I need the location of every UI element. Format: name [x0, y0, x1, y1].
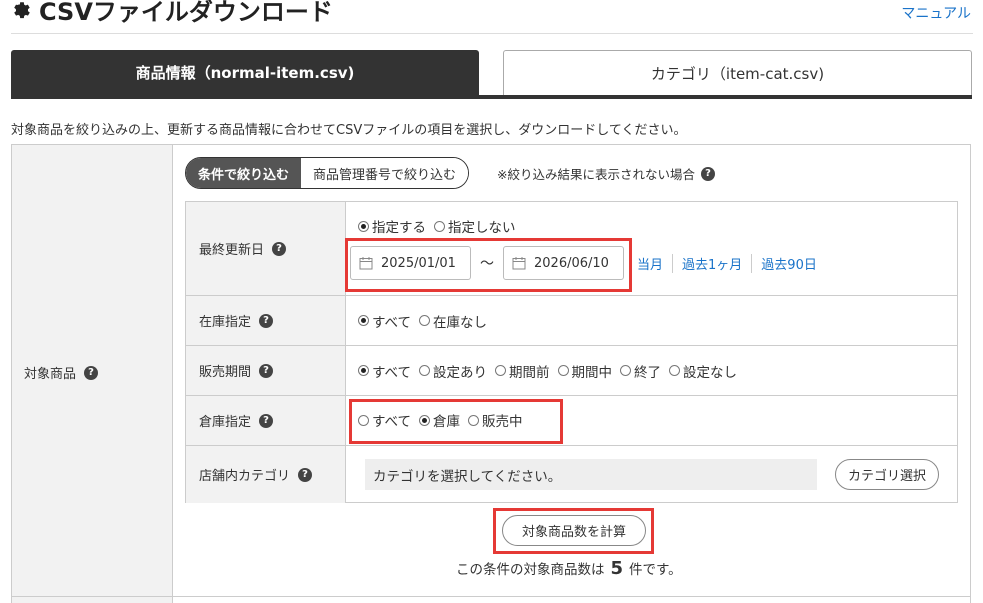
calculate-count-button[interactable]: 対象商品数を計算 — [502, 515, 646, 546]
result-count: 5 — [610, 558, 624, 579]
quick-link-past-90-days[interactable]: 過去90日 — [751, 253, 826, 273]
tab-normal-item[interactable]: 商品情報（normal-item.csv) — [11, 50, 479, 95]
filter-by-condition-button[interactable]: 条件で絞り込む — [186, 158, 302, 188]
quick-link-past-1-month[interactable]: 過去1ヶ月 — [672, 253, 751, 273]
help-icon[interactable]: ? — [259, 363, 274, 378]
conditions-table: 最終更新日 ? 指定する 指定しない 2025/01/01 ～ 2026/06/… — [185, 201, 958, 503]
stock-label: 在庫指定 — [199, 315, 252, 330]
page-header: CSVファイルダウンロード マニュアル — [11, 0, 973, 27]
filter-mode-toggle: 条件で絞り込む 商品管理番号で絞り込む — [185, 157, 470, 189]
radio-stock-none[interactable]: 在庫なし — [419, 311, 487, 331]
tab-underline — [11, 95, 972, 99]
category-field[interactable]: カテゴリを選択してください。 — [365, 459, 817, 490]
filter-note: ※絞り込み結果に表示されない場合 ? — [497, 164, 715, 183]
target-products-label-cell: 対象商品 ? — [12, 145, 173, 603]
description-text: 対象商品を絞り込みの上、更新する商品情報に合わせてCSVファイルの項目を選択し、… — [11, 123, 687, 138]
quick-date-links: 当月 過去1ヶ月 過去90日 — [637, 253, 826, 273]
date-range: 2025/01/01 ～ 2026/06/10 当月 過去1ヶ月 過去90日 — [350, 246, 826, 280]
help-icon[interactable]: ? — [84, 365, 99, 380]
filter-note-text: ※絞り込み結果に表示されない場合 — [497, 167, 695, 182]
row-sales-period: 販売期間 ? すべて 設定あり 期間前 期間中 終了 設定なし — [186, 346, 957, 396]
help-icon[interactable]: ? — [298, 467, 313, 482]
sales-period-label: 販売期間 — [199, 365, 252, 380]
tab-item-cat[interactable]: カテゴリ（item-cat.csv) — [503, 50, 972, 95]
header-divider — [11, 33, 973, 34]
row-last-updated: 最終更新日 ? 指定する 指定しない 2025/01/01 ～ 2026/06/… — [186, 202, 957, 296]
radio-warehouse-stored[interactable]: 倉庫 — [419, 410, 460, 430]
row-warehouse: 倉庫指定 ? すべて 倉庫 販売中 — [186, 396, 957, 446]
last-updated-radio-group: 指定する 指定しない — [358, 216, 524, 236]
radio-period-ended[interactable]: 終了 — [620, 361, 661, 381]
result-suffix: 件です。 — [629, 562, 682, 578]
gear-icon — [14, 1, 30, 18]
date-from-input[interactable]: 2025/01/01 — [350, 246, 471, 280]
target-products-label: 対象商品 — [24, 367, 77, 382]
radio-period-during[interactable]: 期間中 — [557, 361, 612, 381]
stock-label-cell: 在庫指定 ? — [186, 296, 346, 345]
result-prefix: この条件の対象商品数は — [456, 562, 605, 578]
last-updated-label-cell: 最終更新日 ? — [186, 202, 346, 295]
date-to-value: 2026/06/10 — [534, 255, 609, 271]
date-separator: ～ — [480, 256, 494, 272]
manual-link[interactable]: マニュアル — [901, 3, 971, 23]
radio-period-set[interactable]: 設定あり — [419, 361, 487, 381]
warehouse-radio-group: すべて 倉庫 販売中 — [358, 396, 957, 445]
radio-specify[interactable]: 指定する — [358, 216, 426, 236]
radio-period-unset[interactable]: 設定なし — [669, 361, 737, 381]
date-from-value: 2025/01/01 — [381, 255, 456, 271]
page-title: CSVファイルダウンロード — [11, 0, 333, 27]
result-text: この条件の対象商品数は 5 件です。 — [456, 558, 682, 579]
section-bottom-divider — [11, 596, 971, 597]
warehouse-label-cell: 倉庫指定 ? — [186, 396, 346, 445]
calendar-icon — [512, 257, 526, 270]
row-store-category: 店舗内カテゴリ ? カテゴリを選択してください。 カテゴリ選択 — [186, 446, 957, 503]
radio-stock-all[interactable]: すべて — [358, 311, 411, 331]
store-category-label-cell: 店舗内カテゴリ ? — [186, 446, 346, 503]
help-icon[interactable]: ? — [259, 313, 274, 328]
category-select-button[interactable]: カテゴリ選択 — [834, 459, 939, 490]
row-stock: 在庫指定 ? すべて 在庫なし — [186, 296, 957, 346]
sales-period-radio-group: すべて 設定あり 期間前 期間中 終了 設定なし — [358, 346, 957, 395]
help-icon[interactable]: ? — [272, 241, 287, 256]
sales-period-label-cell: 販売期間 ? — [186, 346, 346, 395]
store-category-label: 店舗内カテゴリ — [199, 469, 291, 484]
category-field-text: カテゴリを選択してください。 — [373, 468, 562, 485]
stock-radio-group: すべて 在庫なし — [358, 296, 957, 345]
filter-by-item-number-button[interactable]: 商品管理番号で絞り込む — [301, 158, 469, 188]
date-to-input[interactable]: 2026/06/10 — [503, 246, 624, 280]
radio-period-before[interactable]: 期間前 — [495, 361, 550, 381]
radio-warehouse-on-sale[interactable]: 販売中 — [468, 410, 523, 430]
help-icon[interactable]: ? — [700, 166, 715, 181]
quick-link-this-month[interactable]: 当月 — [637, 254, 672, 273]
warehouse-label: 倉庫指定 — [199, 415, 252, 430]
page-title-text: CSVファイルダウンロード — [39, 0, 333, 26]
calendar-icon — [359, 257, 373, 270]
store-category-value: カテゴリを選択してください。 カテゴリ選択 — [365, 446, 957, 503]
tab-bar: 商品情報（normal-item.csv) カテゴリ（item-cat.csv) — [11, 50, 972, 99]
radio-period-all[interactable]: すべて — [358, 361, 411, 381]
radio-warehouse-all[interactable]: すべて — [358, 410, 411, 430]
radio-not-specify[interactable]: 指定しない — [434, 216, 516, 236]
last-updated-label: 最終更新日 — [199, 243, 265, 258]
help-icon[interactable]: ? — [259, 413, 274, 428]
